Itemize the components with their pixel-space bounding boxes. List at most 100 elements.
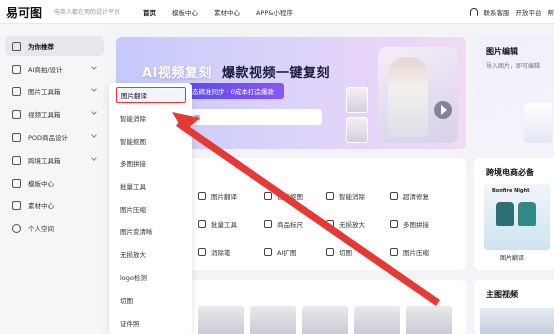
tool-label: 商品标尺 [277,221,303,229]
model-image [388,57,428,137]
headset-icon [469,8,478,16]
tool-label: 图片压缩 [403,249,429,257]
tool-compress[interactable]: 图片压缩 [390,244,429,260]
tool-label: 批量工具 [211,221,237,229]
sidebar-item-label: POD商品设计 [28,134,69,142]
gallery-thumb[interactable] [198,306,244,334]
site-logo[interactable]: 易可图 [6,4,42,21]
menu-item-multi-splice[interactable]: 多图拼接 [116,155,186,171]
enhance-icon [390,192,398,200]
crossborder-card[interactable]: 跨境电商必备 Bonfire Night 图片翻译 [474,158,554,270]
tool-label: 多图拼接 [403,221,429,229]
expand-icon [264,248,272,256]
tool-label: 切图 [339,249,352,257]
help-link[interactable]: 帮 [548,7,554,17]
open-platform-link[interactable]: 开放平台 [516,7,542,17]
gallery-thumb[interactable] [250,306,296,334]
gallery-thumb[interactable] [406,306,452,334]
material-icon [12,200,21,210]
sidebar-item-video-tools[interactable]: 视频工具箱 [5,104,104,124]
tool-label: 图片翻译 [211,193,237,201]
menu-item-image-compress[interactable]: 图片压缩 [116,201,186,217]
banner-thumb [346,87,368,113]
image-edit-card[interactable]: 图片编辑 导入图片，即可编辑 [474,37,554,149]
nav-home[interactable]: 首页 [143,7,156,17]
template-icon [12,178,21,188]
tool-super-resolution[interactable]: 超清修复 [390,188,429,204]
jacket-image [518,202,536,226]
menu-item-slice[interactable]: 切图 [116,292,186,308]
nav-app-miniprogram[interactable]: APP&小程序 [256,7,293,17]
menu-item-id-photo[interactable]: 证件照 [116,315,186,331]
image-icon [12,86,21,96]
menu-item-batch-tools[interactable]: 批量工具 [116,178,186,194]
card-title: 主图视频 [486,290,518,299]
home-icon [12,41,21,51]
sidebar-item-recommend[interactable]: 为你推荐 [5,36,104,56]
product-thumb: Bonfire Night [484,184,550,250]
sidebar-item-label: 个人空间 [28,225,54,233]
tool-multi-splice[interactable]: 多图拼接 [390,216,429,232]
tool-slice[interactable]: 切图 [326,244,352,260]
sidebar-item-label: 图片工具箱 [28,88,61,96]
compress-icon [390,248,398,256]
menu-item-image-translate[interactable]: 图片翻译 [116,87,186,103]
menu-item-smart-cutout[interactable]: 智能抠图 [116,133,186,149]
batch-icon [198,220,206,228]
crossborder-icon [12,155,21,165]
sidebar-item-label: 素材中心 [28,202,54,210]
main-video-card[interactable]: 主图视频 [474,280,554,334]
sidebar-item-personal-space[interactable]: 个人空间 [5,218,104,238]
translate-icon [198,192,206,200]
tool-label: 无损放大 [339,221,365,229]
sidebar-item-material-center[interactable]: 素材中心 [5,195,104,215]
gallery-thumb[interactable] [302,306,348,334]
banner-thumb [346,117,368,143]
chevron-down-icon [91,86,97,92]
thumb-caption: Bonfire Night [492,188,530,194]
slice-icon [326,248,334,256]
sidebar-item-template-center[interactable]: 模板中心 [5,173,104,193]
card-subtitle: 导入图片，即可编辑 [486,63,541,70]
jacket-image [496,202,514,226]
menu-item-logo-detect[interactable]: logo检测 [116,269,186,285]
user-icon [12,223,21,233]
ai-icon [12,64,21,74]
erase-icon [326,192,334,200]
chevron-down-icon [91,155,97,161]
color-palette-preview [524,103,552,143]
nav-template-center[interactable]: 模板中心 [172,7,198,17]
sidebar-item-label: 模板中心 [28,180,54,188]
tool-smart-erase[interactable]: 智能消除 [326,188,365,204]
chevron-down-icon [91,64,97,70]
ruler-icon [264,220,272,228]
banner-title-part1: AI视频复刻 [142,66,212,81]
sidebar: 为你推荐 AI商拍/设计 图片工具箱 视频工具箱 POD商品设计 跨境工具箱 模… [0,24,110,334]
tool-batch[interactable]: 批量工具 [198,216,237,232]
sidebar-item-label: 为你推荐 [28,43,54,51]
banner-pill: 态精准同步 · 0成本打造爆款 [182,83,284,99]
tool-label: 超清修复 [403,193,429,201]
chevron-down-icon [91,109,97,115]
menu-item-smart-erase[interactable]: 智能消除 [116,110,186,126]
tool-lossless-upscale[interactable]: 无损放大 [326,216,365,232]
sidebar-item-ai-design[interactable]: AI商拍/设计 [5,59,104,79]
tool-erase-brush[interactable]: 消除笔 [198,244,231,260]
banner-phone-mockup [378,47,458,143]
tool-product-ruler[interactable]: 商品标尺 [264,216,303,232]
tool-image-translate[interactable]: 图片翻译 [198,188,237,204]
gallery-thumb[interactable] [354,306,400,334]
sidebar-item-crossborder-tools[interactable]: 跨境工具箱 [5,150,104,170]
menu-item-image-sharpen[interactable]: 图片变清晰 [116,223,186,239]
contact-support-link[interactable]: 联系客服 [484,7,510,17]
menu-item-lossless-upscale[interactable]: 无损放大 [116,246,186,262]
banner-input[interactable]: 图 [172,109,322,125]
sidebar-item-pod-design[interactable]: POD商品设计 [5,127,104,147]
tool-ai-expand[interactable]: AI扩图 [264,244,296,260]
sidebar-item-label: AI商拍/设计 [28,66,63,74]
tool-smart-cutout[interactable]: 智能抠图 [264,188,303,204]
tool-label: 智能抠图 [277,193,303,201]
nav-material-center[interactable]: 素材中心 [214,7,240,17]
play-icon[interactable] [434,101,452,119]
sidebar-item-image-tools[interactable]: 图片工具箱 [5,81,104,101]
